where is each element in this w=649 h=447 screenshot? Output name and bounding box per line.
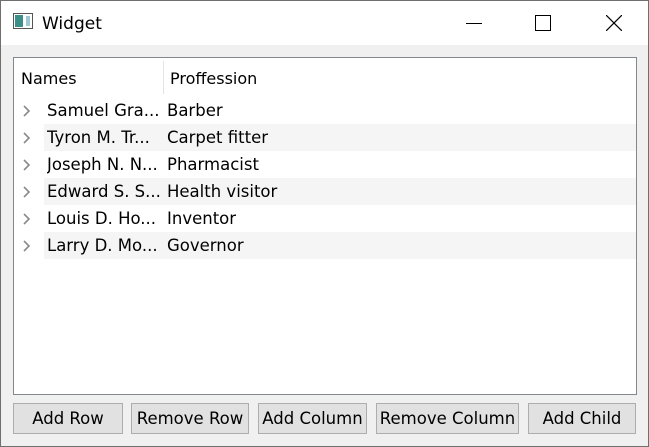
tree-row[interactable]: Edward S. S... Health visitor bbox=[14, 178, 636, 205]
row-profession: Carpet fitter bbox=[167, 128, 269, 147]
header-divider[interactable] bbox=[163, 61, 164, 94]
title-bar: Widget bbox=[1, 1, 648, 45]
chevron-right-icon[interactable] bbox=[22, 240, 32, 252]
row-name: Larry D. Mo... bbox=[47, 236, 158, 255]
minimize-button[interactable] bbox=[451, 1, 497, 45]
chevron-right-icon[interactable] bbox=[22, 213, 32, 225]
tree-view[interactable]: Names Proffession Samuel Gra... Barber Tyr… bbox=[13, 57, 637, 395]
row-profession: Pharmacist bbox=[167, 155, 259, 174]
row-profession: Governor bbox=[167, 236, 244, 255]
tree-row[interactable]: Tyron M. Tr... Carpet fitter bbox=[14, 124, 636, 151]
tree-row[interactable]: Louis D. Ho... Inventor bbox=[14, 205, 636, 232]
close-button[interactable] bbox=[591, 1, 637, 45]
window-title: Widget bbox=[42, 14, 102, 34]
chevron-right-icon[interactable] bbox=[22, 186, 32, 198]
row-name: Samuel Gra... bbox=[47, 101, 160, 120]
row-name: Joseph N. N... bbox=[47, 155, 158, 174]
tree-header: Names Proffession bbox=[14, 58, 636, 96]
app-window: Widget Names Proffession Samuel Gra... Ba… bbox=[0, 0, 649, 447]
add-column-button[interactable]: Add Column bbox=[258, 403, 367, 434]
minimize-icon bbox=[466, 23, 482, 24]
chevron-right-icon[interactable] bbox=[22, 159, 32, 171]
remove-column-button[interactable]: Remove Column bbox=[376, 403, 519, 434]
row-profession: Health visitor bbox=[167, 182, 278, 201]
row-name: Tyron M. Tr... bbox=[47, 128, 150, 147]
maximize-icon bbox=[535, 15, 551, 31]
row-name: Louis D. Ho... bbox=[47, 209, 157, 228]
row-name: Edward S. S... bbox=[47, 182, 161, 201]
tree-row[interactable]: Joseph N. N... Pharmacist bbox=[14, 151, 636, 178]
row-profession: Inventor bbox=[167, 209, 237, 228]
header-names[interactable]: Names bbox=[21, 58, 163, 96]
close-icon bbox=[606, 15, 622, 31]
remove-row-button[interactable]: Remove Row bbox=[131, 403, 249, 434]
tree-rows: Samuel Gra... Barber Tyron M. Tr... Carpet … bbox=[14, 97, 636, 259]
tree-row[interactable]: Samuel Gra... Barber bbox=[14, 97, 636, 124]
add-row-button[interactable]: Add Row bbox=[13, 403, 123, 434]
chevron-right-icon[interactable] bbox=[22, 132, 32, 144]
app-window-icon bbox=[13, 13, 33, 29]
maximize-button[interactable] bbox=[520, 1, 566, 45]
add-child-button[interactable]: Add Child bbox=[528, 403, 636, 434]
tree-row[interactable]: Larry D. Mo... Governor bbox=[14, 232, 636, 259]
header-profession[interactable]: Proffession bbox=[170, 58, 470, 96]
row-profession: Barber bbox=[167, 101, 223, 120]
chevron-right-icon[interactable] bbox=[22, 105, 32, 117]
